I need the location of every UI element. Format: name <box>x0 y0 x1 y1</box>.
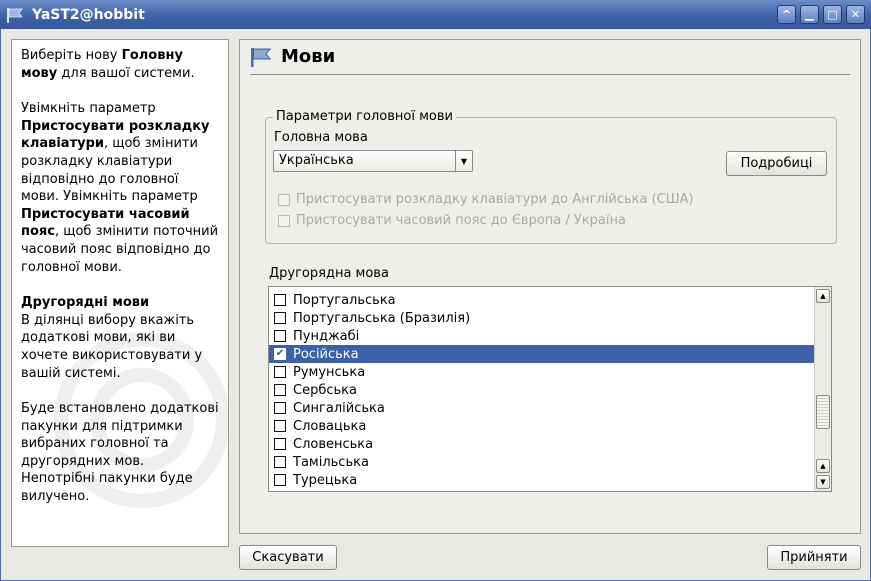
checkbox-icon[interactable] <box>274 330 286 342</box>
arrow-up-icon: ▲ <box>820 462 826 470</box>
flag-icon <box>251 47 272 67</box>
scrollbar-thumb[interactable] <box>816 395 830 429</box>
checkbox-icon[interactable] <box>274 366 286 378</box>
checkbox-icon <box>278 193 290 206</box>
list-scrollbar[interactable]: ▲ ▲ ▼ <box>814 287 831 491</box>
help-pane[interactable]: Виберіть нову Головну мову для вашої сис… <box>11 39 229 547</box>
checkbox-icon[interactable] <box>274 474 286 486</box>
secondary-language-list[interactable]: Португальська Португальська (Бразилія) П… <box>268 286 832 492</box>
checkbox-icon[interactable] <box>274 402 286 414</box>
list-item[interactable]: Тамільська <box>269 453 815 471</box>
help-paragraph-1: Виберіть нову Головну мову для вашої сис… <box>21 48 195 81</box>
window-title: YaST2@hobbit <box>32 6 145 23</box>
primary-language-combo[interactable]: Українська ▼ <box>273 150 473 172</box>
arrow-up-icon: ▲ <box>820 292 826 300</box>
scroll-up-button[interactable]: ▲ <box>816 289 830 303</box>
list-item[interactable]: Словенська <box>269 435 815 453</box>
adapt-keyboard-label: Пристосувати розкладку клавіатури до Анг… <box>296 192 694 207</box>
checkbox-icon[interactable] <box>274 438 286 450</box>
shade-button[interactable]: ^ <box>777 5 796 24</box>
details-button[interactable]: Подробиці <box>726 151 827 176</box>
accept-button[interactable]: Прийняти <box>767 545 861 570</box>
scroll-down-button[interactable]: ▼ <box>816 475 830 489</box>
adapt-keyboard-checkbox[interactable]: Пристосувати розкладку клавіатури до Анг… <box>278 192 694 207</box>
heading-divider <box>250 74 850 75</box>
list-item[interactable]: Сербська <box>269 381 815 399</box>
dropdown-arrow-icon[interactable]: ▼ <box>455 151 472 171</box>
maximize-button[interactable]: □ <box>823 5 842 24</box>
close-button[interactable]: ✕ <box>846 5 865 24</box>
checkbox-icon <box>278 214 290 227</box>
watermark-icon <box>53 331 228 509</box>
maximize-icon: □ <box>827 8 838 21</box>
checkbox-icon[interactable] <box>274 294 286 306</box>
minimize-button[interactable]: ▁ <box>800 5 819 24</box>
list-item[interactable]: Португальська <box>269 291 815 309</box>
list-item-selected[interactable]: ✔ Російська <box>269 345 815 363</box>
flag-icon <box>7 7 23 23</box>
secondary-language-label: Другорядна мова <box>269 266 389 281</box>
adapt-timezone-label: Пристосувати часовий пояс до Європа / Ук… <box>296 213 626 228</box>
scroll-up-button-lower[interactable]: ▲ <box>816 459 830 473</box>
page-heading: Мови <box>250 46 335 67</box>
minimize-icon: ▁ <box>805 8 814 21</box>
dialog-window: Виберіть нову Головну мову для вашої сис… <box>0 29 871 581</box>
list-item[interactable]: Сингалійська <box>269 399 815 417</box>
cancel-button[interactable]: Скасувати <box>239 545 337 570</box>
primary-language-frame-title: Параметри головної мови <box>273 109 456 124</box>
close-icon: ✕ <box>850 8 861 21</box>
page-title: Мови <box>281 46 336 67</box>
list-item[interactable]: Пунджабі <box>269 327 815 345</box>
primary-language-value: Українська <box>279 153 354 168</box>
list-item[interactable]: Турецька <box>269 471 815 489</box>
checkbox-icon[interactable] <box>274 384 286 396</box>
checkbox-icon[interactable] <box>274 456 286 468</box>
help-paragraph-2: Увімкніть параметр Пристосувати розкладк… <box>21 101 219 275</box>
chevron-up-icon: ^ <box>781 8 792 21</box>
checkbox-checked-icon[interactable]: ✔ <box>274 348 286 360</box>
list-item[interactable]: Португальська (Бразилія) <box>269 309 815 327</box>
arrow-down-icon: ▼ <box>820 478 826 486</box>
primary-language-label: Головна мова <box>274 130 368 145</box>
checkbox-icon[interactable] <box>274 312 286 324</box>
list-item[interactable]: Словацька <box>269 417 815 435</box>
list-item[interactable]: Румунська <box>269 363 815 381</box>
title-bar: YaST2@hobbit ^ ▁ □ ✕ <box>0 0 871 29</box>
checkbox-icon[interactable] <box>274 420 286 432</box>
adapt-timezone-checkbox[interactable]: Пристосувати часовий пояс до Європа / Ук… <box>278 213 626 228</box>
content-pane: Мови Параметри головної мови Головна мов… <box>239 39 861 534</box>
